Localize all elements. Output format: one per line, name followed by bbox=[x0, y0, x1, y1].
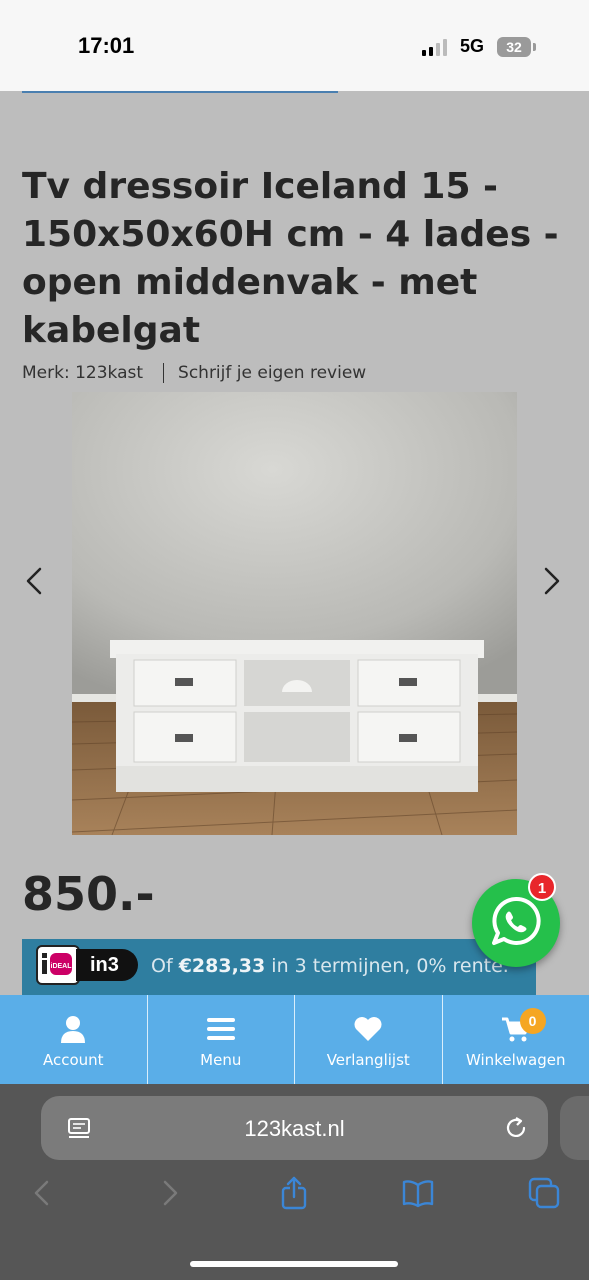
tabs-icon[interactable] bbox=[527, 1176, 561, 1210]
user-icon bbox=[61, 1016, 86, 1043]
product-meta: Merk: 123kast Schrijf je eigen review bbox=[22, 363, 366, 383]
battery-icon: 32 bbox=[497, 37, 531, 57]
whatsapp-notification-badge: 1 bbox=[528, 873, 556, 901]
brand-label: Merk: 123kast bbox=[22, 363, 144, 383]
nav-menu[interactable]: Menu bbox=[148, 995, 295, 1084]
next-image-arrow[interactable] bbox=[536, 561, 566, 601]
heart-icon bbox=[354, 1017, 382, 1041]
menu-icon bbox=[206, 1018, 235, 1040]
nav-wishlist[interactable]: Verlanglijst bbox=[295, 995, 443, 1084]
product-image[interactable] bbox=[72, 392, 517, 835]
bottom-navigation: Account Menu Verlanglijst 0 Winkelwagen bbox=[0, 995, 589, 1084]
network-type: 5G bbox=[460, 36, 485, 56]
address-bar[interactable]: 123kast.nl bbox=[41, 1096, 548, 1160]
nav-cart[interactable]: 0 Winkelwagen bbox=[443, 995, 589, 1084]
bookmarks-icon[interactable] bbox=[401, 1176, 435, 1210]
product-price: 850.- bbox=[22, 867, 155, 921]
ideal-logo-text: iDEAL bbox=[51, 963, 73, 970]
reload-icon[interactable] bbox=[503, 1115, 529, 1141]
signal-icon bbox=[422, 38, 452, 56]
nav-account[interactable]: Account bbox=[0, 995, 148, 1084]
nav-wishlist-label: Verlanglijst bbox=[326, 1051, 410, 1069]
tv-cabinet-photo bbox=[72, 392, 517, 835]
in3-payment-banner[interactable]: iDEAL in3 Of €283,33 in 3 termijnen, 0% … bbox=[22, 939, 536, 995]
previous-image-arrow[interactable] bbox=[20, 561, 50, 601]
header-underline bbox=[22, 91, 338, 93]
in3-logo: in3 bbox=[76, 949, 138, 981]
home-indicator bbox=[190, 1261, 398, 1267]
status-time: 17:01 bbox=[78, 33, 135, 58]
browser-toolbar: 123kast.nl bbox=[0, 1084, 589, 1280]
ideal-logo-icon: iDEAL bbox=[36, 945, 80, 985]
product-page: Tv dressoir Iceland 15 - 150x50x60H cm -… bbox=[0, 91, 589, 995]
nav-cart-label: Winkelwagen bbox=[466, 1051, 566, 1069]
back-icon[interactable] bbox=[25, 1176, 59, 1210]
product-title: Tv dressoir Iceland 15 - 150x50x60H cm -… bbox=[22, 166, 559, 351]
next-tab-peek[interactable] bbox=[560, 1096, 589, 1160]
write-review-link[interactable]: Schrijf je eigen review bbox=[178, 363, 366, 383]
meta-divider bbox=[163, 363, 165, 383]
forward-icon[interactable] bbox=[153, 1176, 187, 1210]
battery-tip bbox=[533, 43, 536, 51]
share-icon[interactable] bbox=[277, 1176, 311, 1210]
cart-count-badge: 0 bbox=[519, 1008, 546, 1034]
nav-account-label: Account bbox=[42, 1051, 104, 1069]
nav-menu-label: Menu bbox=[200, 1051, 242, 1069]
installment-amount: €283,33 bbox=[178, 955, 266, 977]
status-bar: 17:01 5G 32 bbox=[0, 0, 589, 91]
installment-text: Of €283,33 in 3 termijnen, 0% rente. bbox=[151, 955, 509, 977]
installment-prefix: Of bbox=[151, 955, 173, 977]
url-text: 123kast.nl bbox=[244, 1116, 345, 1141]
